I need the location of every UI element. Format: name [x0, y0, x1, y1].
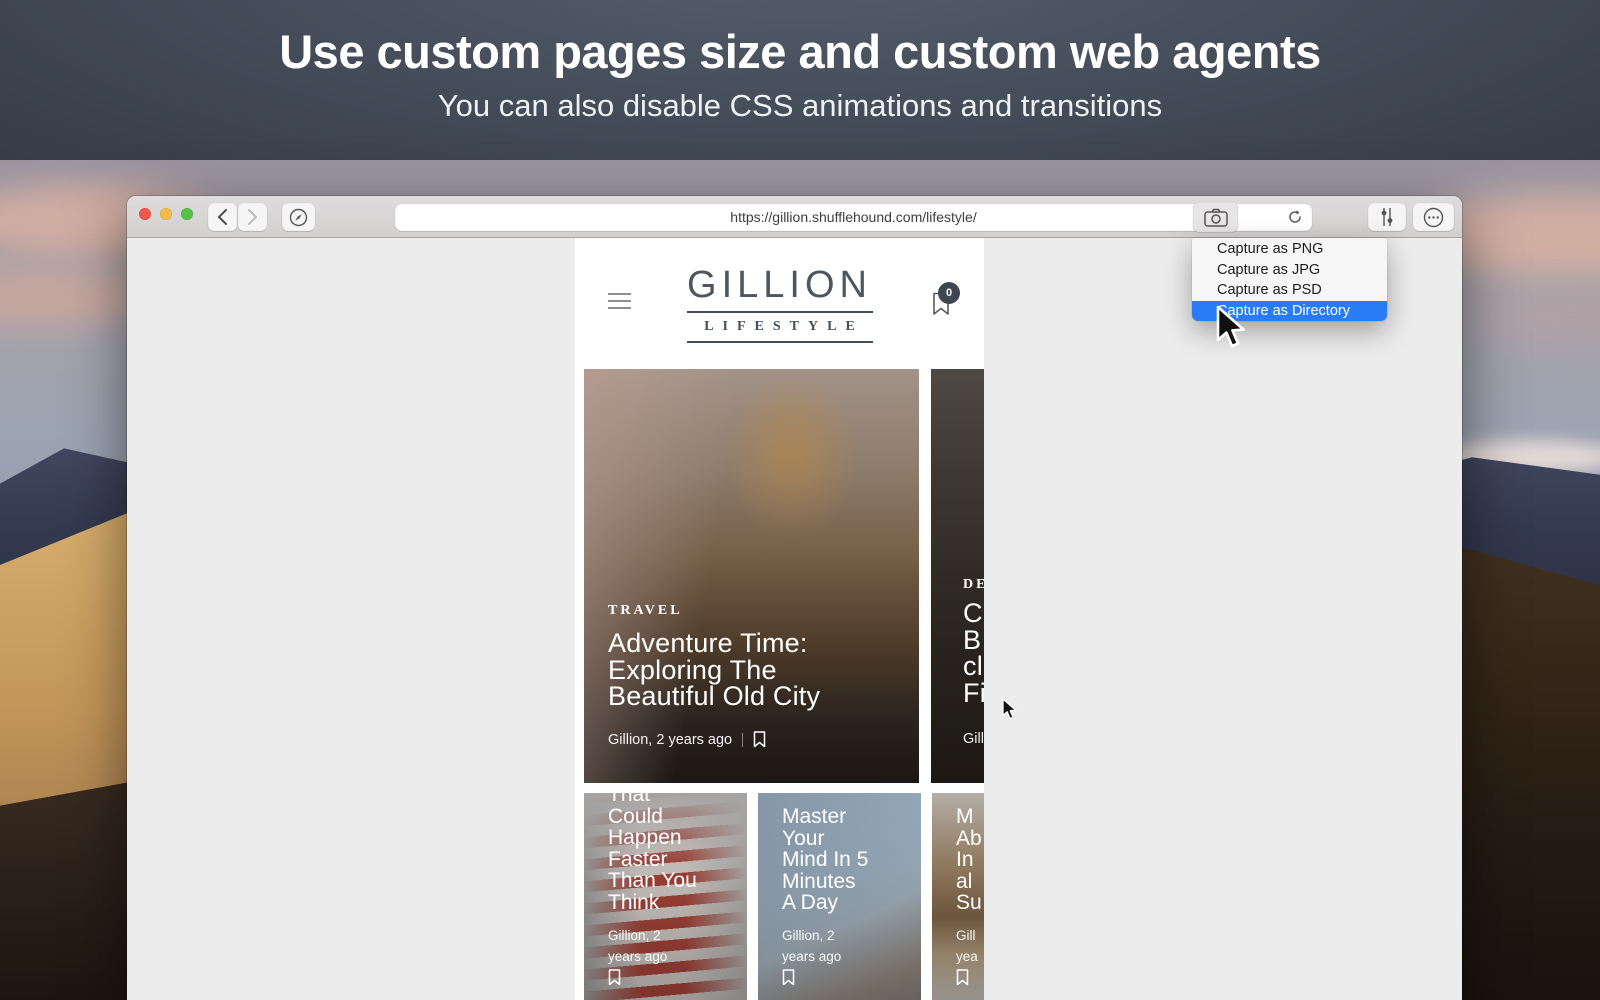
site-logo-title: GILLION: [575, 264, 984, 307]
site-logo[interactable]: GILLION LIFESTYLE: [575, 264, 984, 343]
menu-item-capture-jpg[interactable]: Capture as JPG: [1192, 260, 1387, 281]
browser-home-button[interactable]: [282, 203, 315, 231]
logo-divider: [687, 311, 873, 313]
menu-item-capture-png[interactable]: Capture as PNG: [1192, 239, 1387, 260]
post-meta: Gillion, 2 years ago: [608, 731, 766, 748]
more-options-button[interactable]: [1413, 203, 1454, 231]
browser-toolbar: https://gillion.shufflehound.com/lifesty…: [127, 196, 1462, 238]
refresh-button[interactable]: [1287, 209, 1303, 230]
chevron-right-icon: [247, 209, 258, 225]
site-logo-subtitle: LIFESTYLE: [584, 319, 984, 335]
bookmark-icon[interactable]: [782, 969, 795, 986]
page-viewport: GILLION LIFESTYLE 0 TRAVEL Adventure Tim…: [575, 238, 984, 1000]
post-title: Master Your Mind In 5 Minutes A Day: [782, 806, 868, 914]
mouse-cursor-large: [1216, 305, 1250, 354]
post-card-master-your-mind[interactable]: Master Your Mind In 5 Minutes A Day Gill…: [758, 793, 921, 1000]
banner-title: Use custom pages size and custom web age…: [0, 0, 1600, 79]
logo-divider: [687, 341, 873, 343]
post-category[interactable]: DE: [963, 577, 984, 593]
camera-icon: [1204, 208, 1228, 227]
bookmark-icon[interactable]: [753, 731, 766, 748]
post-title: C B cl Fi: [963, 600, 984, 706]
settings-sliders-button[interactable]: [1368, 203, 1406, 231]
back-button[interactable]: [208, 203, 237, 231]
zoom-window-button[interactable]: [181, 208, 193, 220]
featured-posts-row: TRAVEL Adventure Time: Exploring The Bea…: [584, 369, 984, 783]
bookmark-icon[interactable]: [956, 969, 969, 986]
post-meta: Gill: [963, 731, 984, 747]
post-meta: Gillion, 2 years ago: [782, 926, 841, 967]
post-title: M Ab In al Su: [956, 806, 982, 914]
promo-banner: Use custom pages size and custom web age…: [0, 0, 1600, 160]
post-meta: Gill yea: [956, 926, 978, 967]
post-card-adventure-time[interactable]: TRAVEL Adventure Time: Exploring The Bea…: [584, 369, 919, 783]
close-window-button[interactable]: [139, 208, 151, 220]
banner-subtitle: You can also disable CSS animations and …: [0, 88, 1600, 124]
post-title: Adventure Time: Exploring The Beautiful …: [608, 630, 820, 710]
bookmark-icon[interactable]: [608, 969, 621, 986]
url-bar[interactable]: https://gillion.shufflehound.com/lifesty…: [395, 204, 1312, 231]
url-text: https://gillion.shufflehound.com/lifesty…: [730, 209, 976, 225]
refresh-icon: [1287, 209, 1303, 225]
sliders-icon: [1378, 207, 1396, 227]
bookmark-count-badge: 0: [938, 282, 960, 304]
menu-item-capture-psd[interactable]: Capture as PSD: [1192, 280, 1387, 301]
post-card-partial[interactable]: M Ab In al Su Gill yea: [932, 793, 984, 1000]
cloud-shape: [1470, 290, 1600, 350]
meta-divider: [742, 733, 743, 747]
posts-grid-row: That Could Happen Faster Than You Think …: [584, 793, 984, 1000]
post-card-partial[interactable]: DE C B cl Fi Gill: [931, 369, 984, 783]
forward-button[interactable]: [238, 203, 267, 231]
chevron-left-icon: [217, 209, 228, 225]
post-category[interactable]: TRAVEL: [608, 603, 683, 619]
browser-window: https://gillion.shufflehound.com/lifesty…: [127, 196, 1462, 1000]
post-title: That Could Happen Faster Than You Think: [608, 793, 697, 913]
minimize-window-button[interactable]: [160, 208, 172, 220]
mouse-cursor: [1002, 698, 1019, 725]
compass-icon: [289, 208, 308, 227]
ellipsis-circle-icon: [1423, 207, 1444, 228]
post-meta: Gillion, 2 years ago: [608, 926, 667, 967]
post-card-could-happen[interactable]: That Could Happen Faster Than You Think …: [584, 793, 747, 1000]
site-header: GILLION LIFESTYLE 0: [575, 238, 984, 365]
capture-button[interactable]: [1193, 202, 1238, 232]
